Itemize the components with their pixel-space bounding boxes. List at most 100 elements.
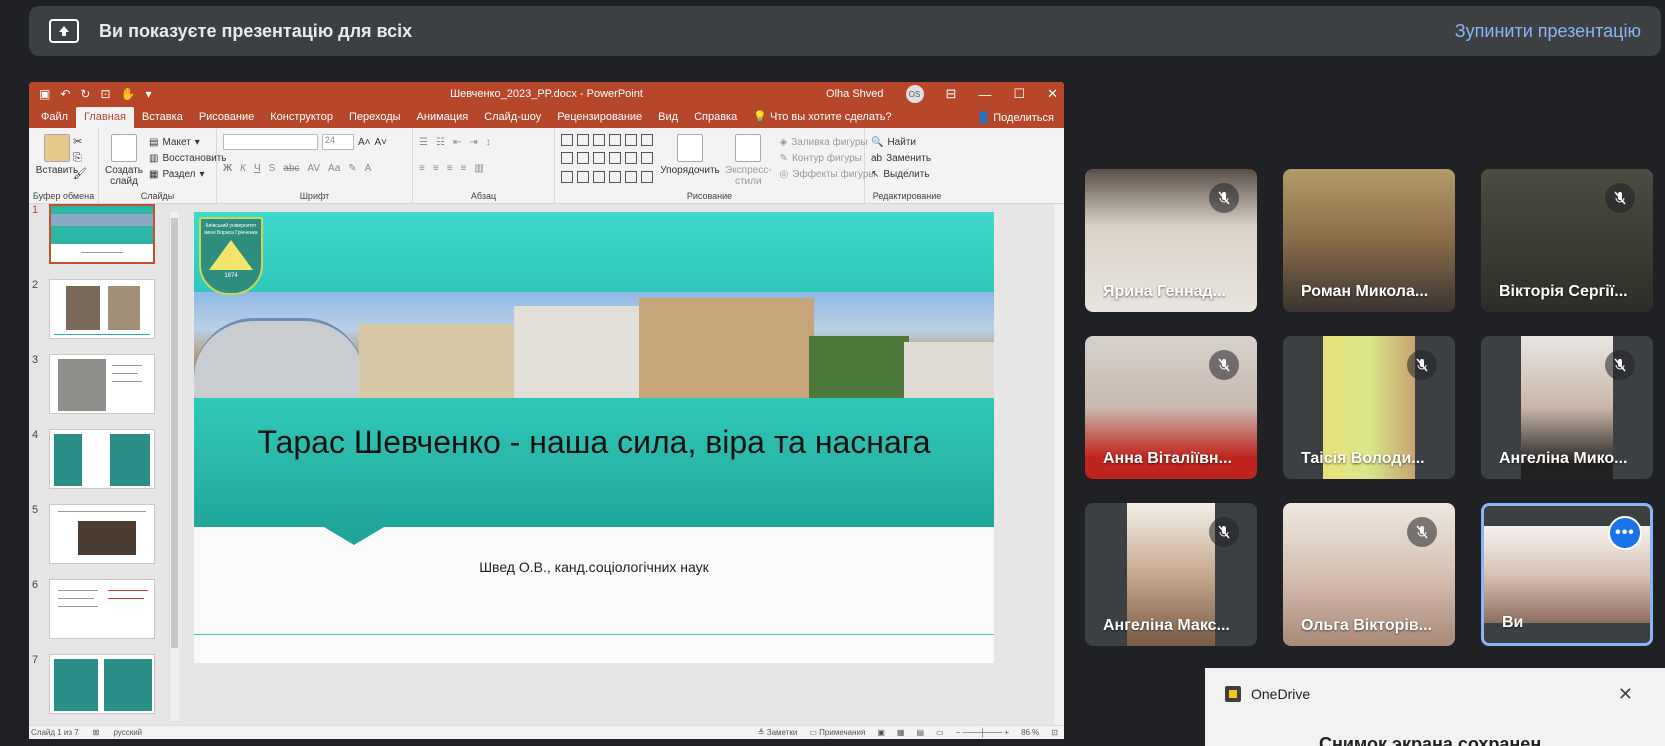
justify-icon[interactable]: ≡ (461, 163, 467, 174)
thumbnail-row[interactable]: 1 (29, 204, 179, 270)
shadow-icon[interactable]: S (269, 163, 276, 174)
reading-view-icon[interactable]: ▤ (916, 728, 924, 737)
slide-thumbnail[interactable] (49, 579, 155, 639)
decrease-font-icon[interactable]: A˅ (375, 137, 388, 148)
increase-font-icon[interactable]: A˄ (358, 137, 371, 148)
select-button[interactable]: ↖ Выделить (871, 166, 943, 182)
quick-styles-button[interactable]: Экспресс-стили (725, 134, 772, 187)
close-notification-icon[interactable]: ✕ (1618, 684, 1633, 705)
tab-animations[interactable]: Анимация (409, 107, 477, 128)
find-button[interactable]: 🔍 Найти (871, 134, 943, 150)
tab-insert[interactable]: Вставка (134, 107, 191, 128)
cut-icon[interactable]: ✂ (73, 134, 87, 150)
thumbnail-row[interactable]: 6 (29, 579, 179, 645)
shape-effects-button[interactable]: ◎ Эффекты фигуры (780, 166, 876, 182)
bold-icon[interactable]: Ж (223, 163, 232, 174)
self-tile[interactable]: ••• Ви (1481, 503, 1653, 646)
maximize-icon[interactable]: ☐ (1013, 86, 1025, 102)
font-name-field[interactable] (223, 134, 318, 150)
highlight-icon[interactable]: ✎ (348, 163, 356, 174)
tell-me-search[interactable]: 💡 Что вы хотите сделать? (745, 106, 899, 128)
reset-button[interactable]: ▥ Восстановить (149, 150, 227, 166)
spacing-icon[interactable]: AV (307, 163, 320, 174)
thumbnail-row[interactable]: 7 (29, 654, 179, 720)
slide-thumbnail[interactable] (49, 204, 155, 264)
tab-help[interactable]: Справка (686, 107, 745, 128)
participant-tile[interactable]: Роман Микола... (1283, 169, 1455, 312)
tab-draw[interactable]: Рисование (191, 107, 262, 128)
italic-icon[interactable]: К (240, 163, 246, 174)
participant-tile[interactable]: Анна Віталіївн... (1085, 336, 1257, 479)
format-painter-icon[interactable]: 🖌 (73, 166, 87, 182)
underline-icon[interactable]: Ч (254, 163, 261, 174)
tab-home[interactable]: Главная (76, 107, 134, 128)
accessibility-icon[interactable]: ⊠ (93, 728, 100, 737)
stop-presenting-button[interactable]: Зупинити презентацію (1455, 21, 1641, 42)
participant-tile[interactable]: Ангеліна Макс... (1085, 503, 1257, 646)
slide-thumbnail[interactable] (49, 429, 155, 489)
zoom-level[interactable]: 86 % (1021, 728, 1039, 737)
ribbon-display-icon[interactable]: ⊟ (946, 86, 957, 102)
language-indicator[interactable]: русский (113, 728, 142, 737)
participant-tile[interactable]: Таісія Володи... (1283, 336, 1455, 479)
slide-thumbnail[interactable] (49, 354, 155, 414)
align-right-icon[interactable]: ≡ (447, 163, 453, 174)
tab-transitions[interactable]: Переходы (341, 107, 409, 128)
shapes-gallery[interactable] (561, 134, 655, 187)
case-icon[interactable]: Aa (328, 163, 340, 174)
fit-slide-icon[interactable]: ⊡ (1051, 728, 1058, 737)
thumbnail-row[interactable]: 3 (29, 354, 179, 420)
shape-fill-button[interactable]: ◈ Заливка фигуры (780, 134, 876, 150)
slide-thumbnail[interactable] (49, 504, 155, 564)
layout-button[interactable]: ▤ Макет ▾ (149, 134, 227, 150)
slide-title[interactable]: Тарас Шевченко - наша сила, віра та насн… (194, 424, 994, 460)
participant-tile[interactable]: Ангеліна Мико... (1481, 336, 1653, 479)
slide-thumbnail[interactable] (49, 654, 155, 714)
new-slide-button[interactable]: Создать слайд (105, 134, 143, 187)
slide-subtitle[interactable]: Швед О.В., канд.соціологічних наук (194, 559, 994, 575)
font-size-field[interactable]: 24 (322, 134, 354, 150)
participant-tile[interactable]: Вікторія Сергії... (1481, 169, 1653, 312)
participant-tile[interactable]: Ярина Геннад... (1085, 169, 1257, 312)
thumbnail-row[interactable]: 5 (29, 504, 179, 570)
thumbnail-row[interactable]: 4 (29, 429, 179, 495)
tab-file[interactable]: Файл (33, 107, 76, 128)
shape-outline-button[interactable]: ✎ Контур фигуры (780, 150, 876, 166)
replace-button[interactable]: ab Заменить (871, 150, 943, 166)
arrange-button[interactable]: Упорядочить (660, 134, 720, 187)
share-button[interactable]: 👤 Поделиться (976, 111, 1054, 124)
slide-thumbnail[interactable] (49, 279, 155, 339)
user-avatar[interactable]: OS (905, 85, 924, 103)
onedrive-notification[interactable]: OneDrive ✕ Снимок экрана сохранен (1205, 668, 1665, 746)
more-options-icon[interactable]: ••• (1608, 516, 1642, 550)
font-color-icon[interactable]: A (365, 163, 372, 174)
numbering-icon[interactable]: ☷ (436, 137, 445, 148)
columns-icon[interactable]: ▥ (474, 163, 483, 174)
line-spacing-icon[interactable]: ↕ (486, 137, 491, 148)
thumbnail-row[interactable]: 2 (29, 279, 179, 345)
sorter-view-icon[interactable]: ▦ (897, 728, 905, 737)
slide-vertical-scrollbar[interactable] (1054, 204, 1064, 725)
zoom-slider[interactable]: − ───┼─── + (956, 728, 1009, 737)
comments-button[interactable]: ▭ Примечания (809, 728, 865, 737)
bullets-icon[interactable]: ☰ (419, 137, 428, 148)
tab-view[interactable]: Вид (650, 107, 686, 128)
indent-icon[interactable]: ⇤ (453, 137, 461, 148)
strike-icon[interactable]: abc (283, 163, 299, 174)
align-left-icon[interactable]: ≡ (419, 163, 425, 174)
section-button[interactable]: ▦ Раздел ▾ (149, 166, 227, 182)
tab-slideshow[interactable]: Слайд-шоу (476, 107, 549, 128)
align-center-icon[interactable]: ≡ (433, 163, 439, 174)
tab-review[interactable]: Рецензирование (549, 107, 650, 128)
close-icon[interactable]: ✕ (1047, 86, 1058, 102)
thumbnails-scrollbar[interactable] (169, 212, 179, 721)
minimize-icon[interactable]: — (978, 87, 991, 102)
group-label-drawing: Рисование (686, 191, 733, 201)
normal-view-icon[interactable]: ▣ (877, 728, 885, 737)
notes-button[interactable]: ≜ Заметки (758, 728, 798, 737)
outdent-icon[interactable]: ⇥ (469, 137, 477, 148)
tab-design[interactable]: Конструктор (262, 107, 341, 128)
copy-icon[interactable]: ⎘ (73, 150, 87, 166)
participant-tile[interactable]: Ольга Вікторів... (1283, 503, 1455, 646)
slideshow-view-icon[interactable]: ▭ (936, 728, 944, 737)
